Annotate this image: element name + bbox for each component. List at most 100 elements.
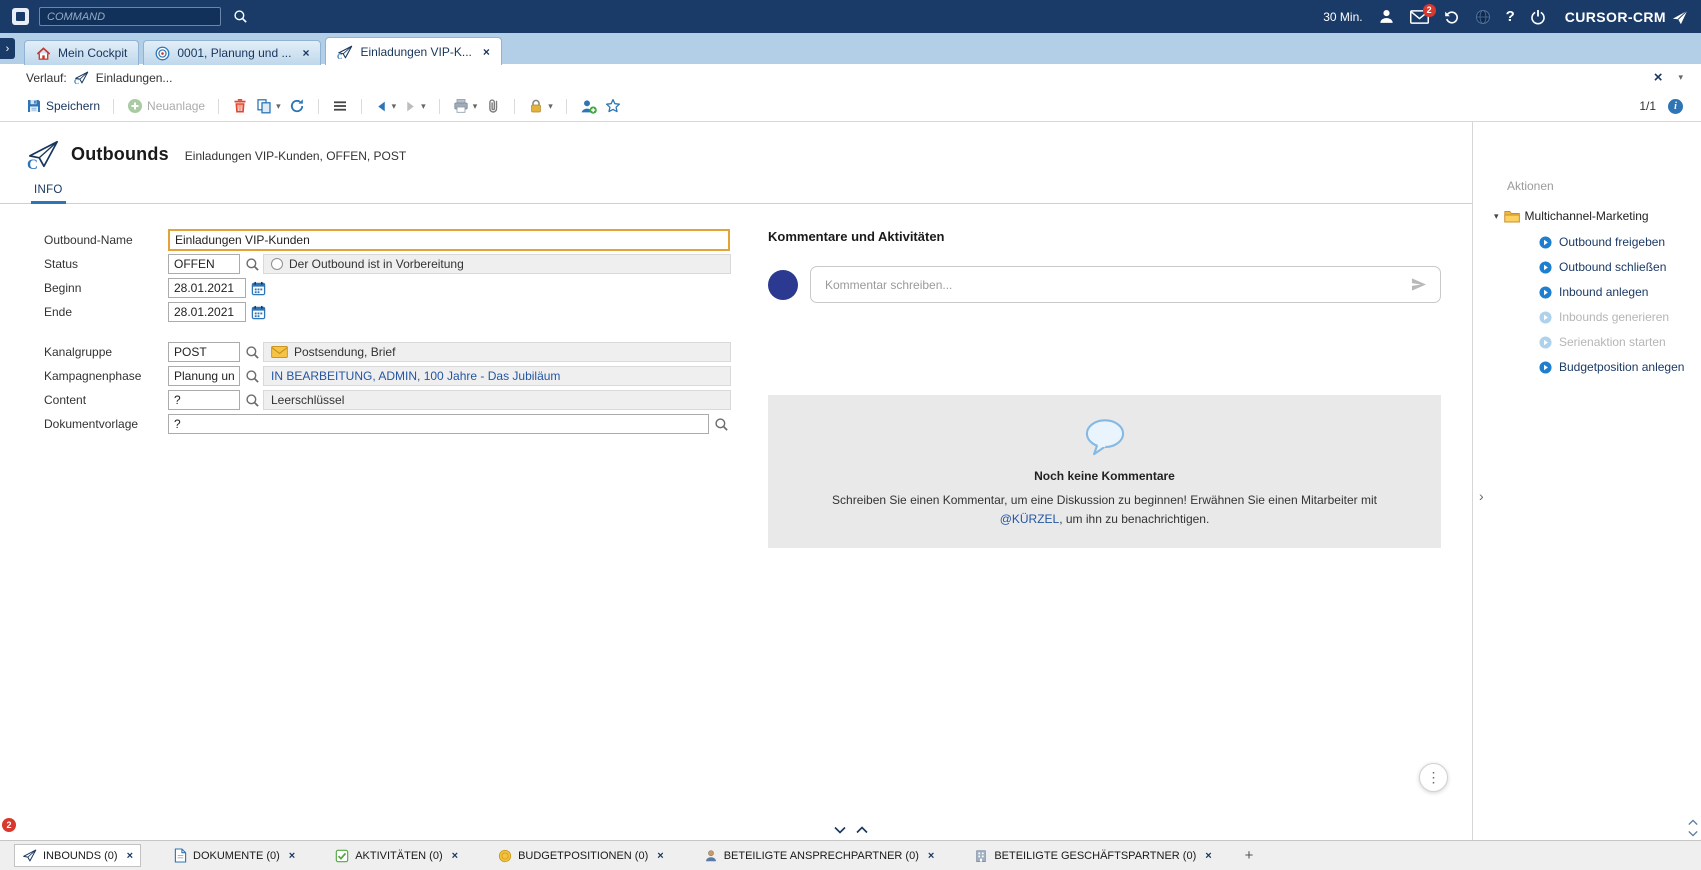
bottom-tab-close-icon[interactable]: × <box>657 850 663 862</box>
collapse-panel-icon[interactable] <box>856 826 868 834</box>
tab-info[interactable]: INFO <box>31 181 66 204</box>
budget-coin-icon <box>498 849 512 863</box>
kampagnenphase-input[interactable] <box>168 366 240 386</box>
menu-button[interactable] <box>332 98 348 114</box>
undo-icon[interactable] <box>1444 9 1460 25</box>
bottom-tab-close-icon[interactable]: × <box>452 850 458 862</box>
bottom-tab-inbounds[interactable]: INBOUNDS (0) × <box>14 844 141 867</box>
favorite-star-button[interactable] <box>605 98 621 114</box>
record-pager: 1/1 <box>1639 99 1656 113</box>
lock-dropdown-icon[interactable]: ▾ <box>548 101 553 112</box>
kampagnenphase-lookup-icon[interactable] <box>245 369 260 384</box>
action-budgetposition-anlegen[interactable]: Budgetposition anlegen <box>1473 360 1701 374</box>
avatar <box>768 270 798 300</box>
tab-kampagne[interactable]: 0001, Planung und ... × <box>143 40 321 65</box>
ende-calendar-icon[interactable] <box>251 305 266 320</box>
expand-panel-icon[interactable] <box>834 826 846 834</box>
actions-folder[interactable]: ▾ Multichannel-Marketing <box>1473 209 1701 223</box>
tab-outbound-active[interactable]: C Einladungen VIP-K... × <box>325 37 501 65</box>
status-input[interactable] <box>168 254 240 274</box>
history-entry[interactable]: Einladungen... <box>96 71 173 85</box>
field-kampagnenphase: Kampagnenphase IN BEARBEITUNG, ADMIN, 10… <box>44 365 732 387</box>
tabstrip-expander-icon[interactable]: › <box>0 38 15 59</box>
status-lookup-icon[interactable] <box>245 257 260 272</box>
nav-back-dropdown-icon[interactable]: ▾ <box>392 101 397 112</box>
add-participant-button[interactable] <box>580 98 597 115</box>
nav-forward-button[interactable]: ▾ <box>404 100 426 113</box>
help-icon[interactable]: ? <box>1506 8 1515 25</box>
status-radio[interactable] <box>271 258 283 270</box>
tab-close-icon[interactable]: × <box>483 45 490 59</box>
beginn-input[interactable] <box>168 278 246 298</box>
bottom-tab-close-icon[interactable]: × <box>1205 850 1211 862</box>
save-button[interactable]: Speichern <box>26 98 100 114</box>
copy-dropdown-icon[interactable]: ▾ <box>276 101 281 112</box>
more-options-button[interactable]: ⋮ <box>1419 763 1448 792</box>
mail-icon[interactable]: 2 <box>1410 10 1429 24</box>
print-button[interactable]: ▾ <box>453 98 478 114</box>
bottom-tab-aktivitaeten[interactable]: AKTIVITÄTEN (0) × <box>328 846 465 866</box>
scroll-up-icon[interactable] <box>1688 819 1698 826</box>
kampagnenphase-link[interactable]: IN BEARBEITUNG, ADMIN, 100 Jahre - Das J… <box>271 369 560 383</box>
mention-link[interactable]: @KÜRZEL <box>1000 512 1060 526</box>
action-outbound-freigeben[interactable]: Outbound freigeben <box>1473 235 1701 249</box>
bottom-tab-budgetpositionen[interactable]: BUDGETPOSITIONEN (0) × <box>491 846 671 866</box>
command-input[interactable] <box>39 7 221 26</box>
lock-button[interactable]: ▾ <box>528 98 553 114</box>
bottom-tab-beteiligte-ansprechpartner[interactable]: BETEILIGTE ANSPRECHPARTNER (0) × <box>697 846 942 866</box>
kanalgruppe-lookup-icon[interactable] <box>245 345 260 360</box>
user-icon[interactable] <box>1378 8 1395 25</box>
action-inbound-anlegen[interactable]: Inbound anlegen <box>1473 285 1701 299</box>
command-search-icon[interactable] <box>233 9 248 24</box>
power-icon[interactable] <box>1530 9 1546 25</box>
dokumentvorlage-input[interactable] <box>168 414 709 434</box>
bottom-tab-beteiligte-geschaeftspartner[interactable]: BETEILIGTE GESCHÄFTSPARTNER (0) × <box>967 846 1218 866</box>
ende-label: Ende <box>44 305 168 319</box>
delete-button[interactable] <box>232 98 248 114</box>
kampagnenphase-description: IN BEARBEITUNG, ADMIN, 100 Jahre - Das J… <box>263 366 731 386</box>
history-dropdown-icon[interactable]: ▾ <box>1678 72 1683 83</box>
action-label: Serienaktion starten <box>1559 335 1666 349</box>
history-entry-icon: C <box>74 70 89 85</box>
refresh-button[interactable] <box>289 98 305 114</box>
bottom-tab-dokumente[interactable]: DOKUMENTE (0) × <box>167 845 302 866</box>
nav-back-button[interactable]: ▾ <box>375 100 397 113</box>
attachment-button[interactable] <box>485 98 501 114</box>
beginn-label: Beginn <box>44 281 168 295</box>
comment-input[interactable] <box>810 266 1441 303</box>
send-comment-icon[interactable] <box>1410 277 1428 292</box>
ende-input[interactable] <box>168 302 246 322</box>
tree-collapse-icon[interactable]: ▾ <box>1494 211 1499 222</box>
bottom-tab-close-icon[interactable]: × <box>289 850 295 862</box>
add-bottom-tab-button[interactable]: + <box>1245 847 1254 864</box>
action-label: Outbound freigeben <box>1559 235 1665 249</box>
close-record-icon[interactable]: × <box>1654 69 1663 86</box>
print-dropdown-icon[interactable]: ▾ <box>473 101 478 112</box>
content-input[interactable] <box>168 390 240 410</box>
actions-sidebar: › Aktionen ▾ Multichannel-Marketing Outb… <box>1472 122 1701 840</box>
comments-section: Kommentare und Aktivitäten Noch keine Ko… <box>732 229 1472 548</box>
new-record-button[interactable]: Neuanlage <box>127 98 205 114</box>
globe-icon[interactable] <box>1475 9 1491 25</box>
scroll-down-icon[interactable] <box>1688 830 1698 837</box>
bottom-tab-close-icon[interactable]: × <box>928 850 934 862</box>
copy-button[interactable]: ▾ <box>256 98 281 114</box>
tab-label: Einladungen VIP-K... <box>360 45 471 59</box>
outbound-name-input[interactable] <box>168 229 730 251</box>
sidebar-collapse-icon[interactable]: › <box>1479 488 1484 504</box>
related-records-tabbar: INBOUNDS (0) × DOKUMENTE (0) × AKTIVITÄT… <box>0 840 1701 870</box>
content-lookup-icon[interactable] <box>245 393 260 408</box>
activity-check-icon <box>335 849 349 863</box>
tab-mein-cockpit[interactable]: Mein Cockpit <box>24 40 139 65</box>
outbound-plane-icon: C <box>337 44 353 60</box>
empty-comments-title: Noch keine Kommentare <box>798 469 1411 483</box>
beginn-calendar-icon[interactable] <box>251 281 266 296</box>
kanalgruppe-input[interactable] <box>168 342 240 362</box>
session-timeout: 30 Min. <box>1323 10 1362 24</box>
dokumentvorlage-lookup-icon[interactable] <box>714 417 729 432</box>
info-icon[interactable]: i <box>1668 99 1683 114</box>
tab-close-icon[interactable]: × <box>302 46 309 60</box>
action-outbound-schliessen[interactable]: Outbound schließen <box>1473 260 1701 274</box>
bottom-tab-close-icon[interactable]: × <box>127 850 133 862</box>
nav-forward-dropdown-icon[interactable]: ▾ <box>421 101 426 112</box>
